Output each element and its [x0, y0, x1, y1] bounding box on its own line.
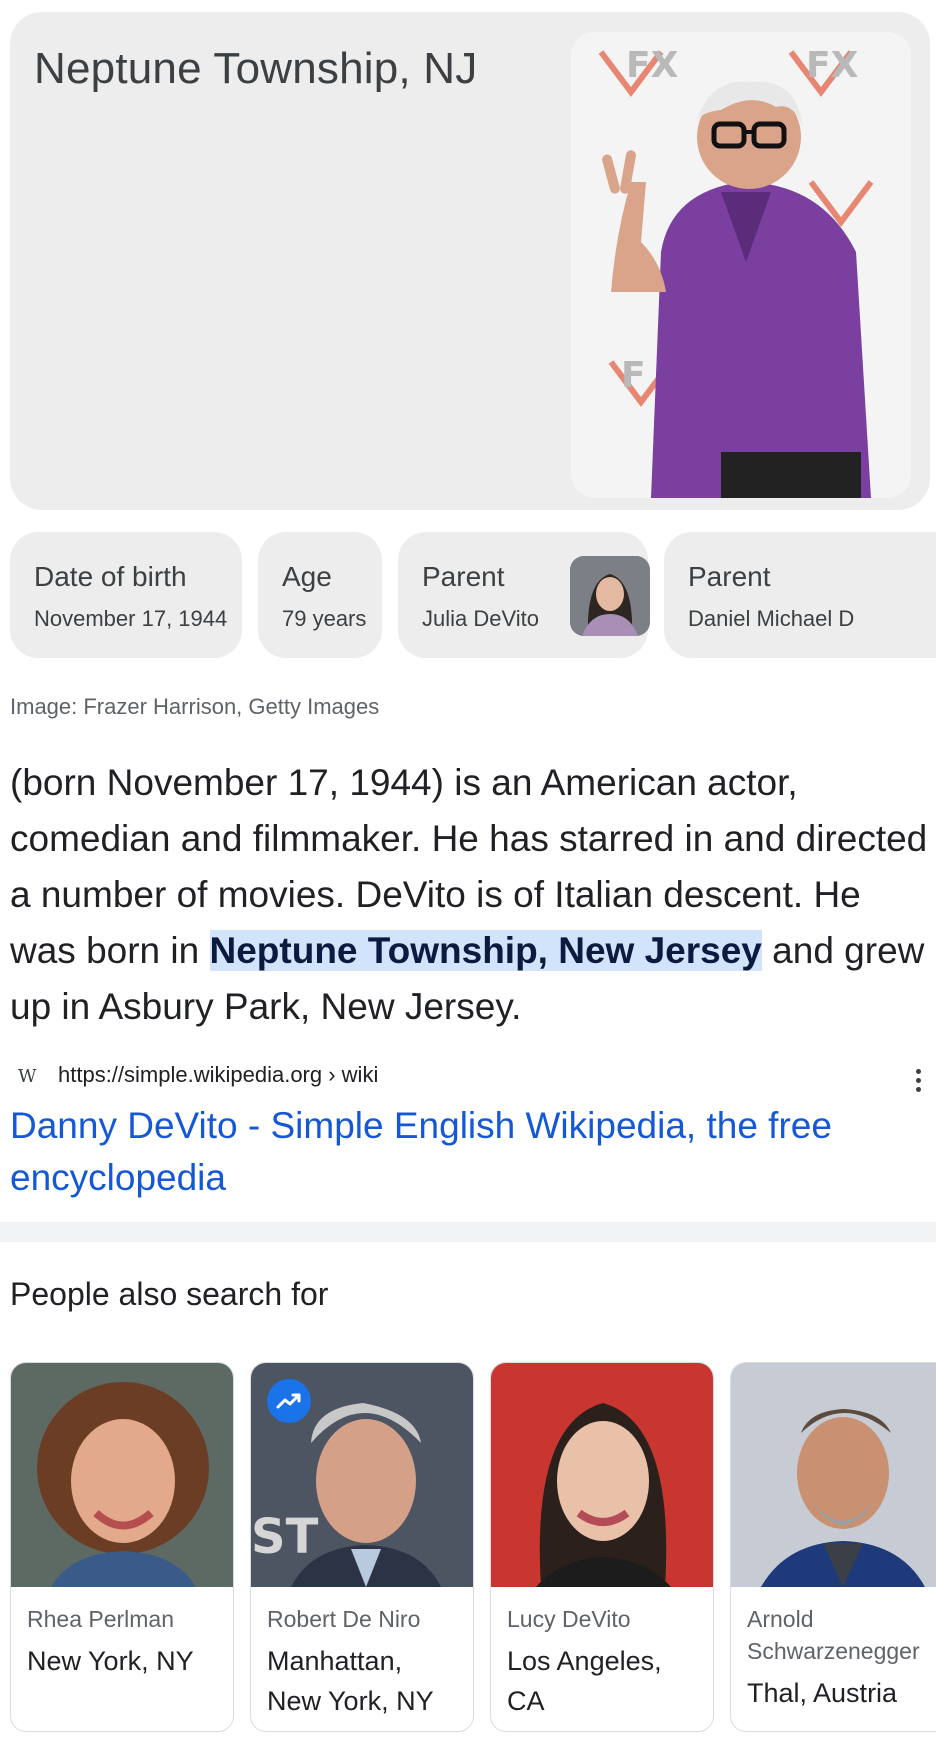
person-place: Manhattan, New York, NY: [267, 1646, 434, 1716]
fact-value: Julia DeVito: [422, 606, 539, 631]
person-photo-illustration: [491, 1363, 713, 1587]
person-thumbnail: [570, 556, 650, 636]
more-vert-icon[interactable]: [908, 1062, 928, 1098]
svg-text:F: F: [621, 355, 646, 396]
fact-label: Parent: [688, 561, 771, 592]
fact-value: November 17, 1944: [34, 606, 228, 631]
fact-parent-daniel[interactable]: Parent Daniel Michael D: [664, 532, 936, 658]
fact-label: Parent: [422, 561, 505, 592]
person-photo[interactable]: FX FX F: [571, 32, 911, 498]
person-card[interactable]: ST Robert De Niro Manhattan, New York, N…: [250, 1362, 474, 1732]
description: (born November 17, 1944) is an American …: [10, 755, 928, 1035]
fact-label: Date of birth: [34, 561, 187, 592]
person-place: Thal, Austria: [747, 1678, 898, 1708]
person-name: Robert De Niro: [267, 1606, 421, 1632]
person-name: Arnold Schwarzenegger: [747, 1606, 920, 1664]
person-name: Rhea Perlman: [27, 1606, 175, 1632]
image-credit: Image: Frazer Harrison, Getty Images: [10, 694, 380, 719]
highlighted-birthplace: Neptune Township, New Jersey: [209, 930, 762, 971]
person-card[interactable]: Rhea Perlman New York, NY: [10, 1362, 234, 1732]
svg-text:FX: FX: [806, 45, 859, 86]
person-photo: ST: [251, 1363, 473, 1587]
knowledge-panel-hero: Neptune Township, NJ FX FX F: [10, 12, 930, 510]
person-name: Lucy DeVito: [507, 1606, 631, 1632]
people-also-search-carousel[interactable]: Rhea Perlman New York, NY ST Robert De N…: [10, 1362, 936, 1738]
svg-text:ST: ST: [251, 1509, 319, 1565]
section-divider: [0, 1222, 936, 1242]
person-place: Los Angeles, CA: [507, 1646, 662, 1716]
fact-value: Daniel Michael D: [688, 606, 855, 631]
person-photo: [11, 1363, 233, 1587]
hero-title[interactable]: Neptune Township, NJ: [34, 44, 477, 94]
person-photo-illustration: FX FX F: [571, 32, 911, 498]
wikipedia-favicon-icon: W: [18, 1066, 37, 1087]
trending-up-glyph: [276, 1393, 301, 1409]
person-photo: [491, 1363, 713, 1587]
fact-parent-julia[interactable]: Parent Julia DeVito: [398, 532, 650, 658]
fact-value: 79 years: [282, 606, 367, 631]
person-card[interactable]: Lucy DeVito Los Angeles, CA: [490, 1362, 714, 1732]
person-photo-illustration: [731, 1363, 936, 1587]
facts-carousel[interactable]: Date of birth November 17, 1944 Age 79 y…: [10, 532, 936, 658]
source-url[interactable]: https://simple.wikipedia.org › wiki: [58, 1062, 378, 1088]
person-photo-illustration: [11, 1363, 233, 1587]
result-link[interactable]: Danny DeVito - Simple English Wikipedia,…: [10, 1100, 910, 1204]
fact-date-of-birth[interactable]: Date of birth November 17, 1944: [10, 532, 242, 658]
person-photo: [731, 1363, 936, 1587]
svg-text:FX: FX: [626, 45, 679, 86]
person-thumbnail-illustration: [570, 556, 650, 636]
people-also-search-title: People also search for: [10, 1276, 329, 1312]
person-place: New York, NY: [27, 1646, 194, 1676]
fact-label: Age: [282, 561, 332, 592]
fact-age[interactable]: Age 79 years: [258, 532, 382, 658]
person-card[interactable]: Arnold Schwarzenegger Thal, Austria: [730, 1362, 936, 1732]
source-row: W https://simple.wikipedia.org › wiki: [10, 1062, 928, 1092]
trending-up-icon: [267, 1379, 311, 1423]
